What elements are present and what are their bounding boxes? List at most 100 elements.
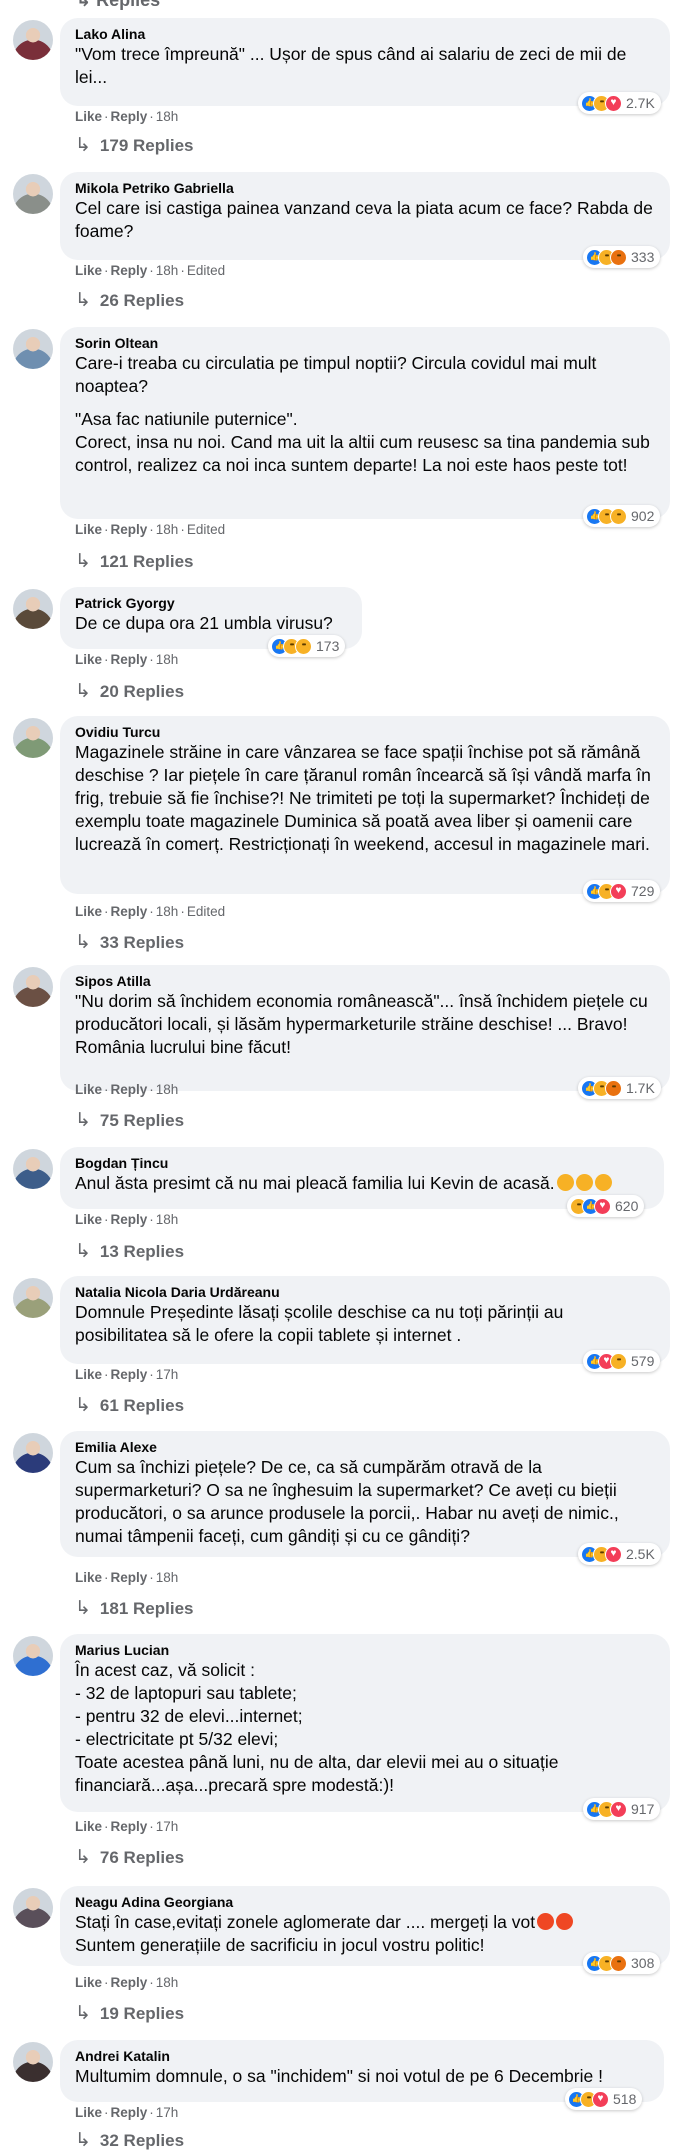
avatar[interactable] — [13, 1888, 53, 1928]
author-name[interactable]: Patrick Gyorgy — [75, 595, 348, 612]
view-replies-link[interactable]: ↳ 26 Replies — [75, 291, 184, 311]
like-button[interactable]: Like — [75, 1975, 102, 1990]
avatar[interactable] — [13, 20, 53, 60]
view-replies-link[interactable]: ↳ 76 Replies — [75, 1848, 184, 1868]
avatar[interactable] — [13, 2042, 53, 2082]
timestamp[interactable]: 18h — [156, 1082, 179, 1097]
author-name[interactable]: Emilia Alexe — [75, 1439, 656, 1456]
timestamp[interactable]: 18h — [156, 904, 179, 919]
reply-button[interactable]: Reply — [111, 904, 148, 919]
avatar[interactable] — [13, 329, 53, 369]
previous-replies-link[interactable]: ↳ Replies — [76, 0, 160, 11]
reply-button[interactable]: Reply — [111, 263, 148, 278]
author-name[interactable]: Bogdan Țincu — [75, 1155, 650, 1172]
author-name[interactable]: Marius Lucian — [75, 1642, 656, 1659]
like-button[interactable]: Like — [75, 652, 102, 667]
timestamp[interactable]: 18h — [156, 652, 179, 667]
reactions-summary[interactable]: 333 — [583, 246, 661, 268]
timestamp[interactable]: 18h — [156, 263, 179, 278]
timestamp[interactable]: 17h — [156, 2105, 179, 2120]
author-name[interactable]: Lako Alina — [75, 26, 656, 43]
reply-button[interactable]: Reply — [111, 1819, 148, 1834]
separator-dot: · — [149, 1367, 154, 1382]
comment-text: Cum sa închizi piețele? De ce, ca să cum… — [75, 1456, 656, 1548]
author-name[interactable]: Sorin Oltean — [75, 335, 656, 352]
author-name[interactable]: Mikola Petriko Gabriella — [75, 180, 656, 197]
like-button[interactable]: Like — [75, 263, 102, 278]
reactions-summary[interactable]: 308 — [583, 1952, 661, 1974]
reactions-summary[interactable]: 579 — [583, 1350, 661, 1372]
timestamp[interactable]: 18h — [156, 1975, 179, 1990]
timestamp[interactable]: 18h — [156, 1570, 179, 1585]
reactions-summary[interactable]: 2.7K — [578, 92, 661, 114]
separator-dot: · — [104, 1212, 109, 1227]
view-replies-link[interactable]: ↳ 181 Replies — [75, 1599, 193, 1619]
reply-button[interactable]: Reply — [111, 1212, 148, 1227]
timestamp[interactable]: 17h — [156, 1367, 179, 1382]
reply-button[interactable]: Reply — [111, 1082, 148, 1097]
view-replies-link[interactable]: ↳ 33 Replies — [75, 933, 184, 953]
separator-dot: · — [104, 263, 109, 278]
reactions-summary[interactable]: 902 — [583, 505, 661, 527]
replies-count: 121 Replies — [99, 552, 194, 571]
timestamp[interactable]: 18h — [156, 522, 179, 537]
reply-button[interactable]: Reply — [111, 1367, 148, 1382]
author-name[interactable]: Ovidiu Turcu — [75, 724, 656, 741]
avatar[interactable] — [13, 1636, 53, 1676]
timestamp[interactable]: 17h — [156, 1819, 179, 1834]
avatar[interactable] — [13, 1149, 53, 1189]
avatar[interactable] — [13, 589, 53, 629]
view-replies-link[interactable]: ↳ 179 Replies — [75, 136, 193, 156]
reaction-count: 518 — [613, 2091, 637, 2107]
reactions-summary[interactable]: 620 — [567, 1195, 645, 1217]
sad-icon — [610, 507, 627, 525]
like-button[interactable]: Like — [75, 522, 102, 537]
love-icon — [592, 2090, 609, 2108]
reactions-summary[interactable]: 917 — [583, 1798, 661, 1820]
view-replies-link[interactable]: ↳ 13 Replies — [75, 1242, 184, 1262]
author-name[interactable]: Natalia Nicola Daria Urdăreanu — [75, 1284, 656, 1301]
comment-actions: Like · Reply · 18h — [75, 651, 178, 668]
like-button[interactable]: Like — [75, 1212, 102, 1227]
reply-button[interactable]: Reply — [111, 109, 148, 124]
reactions-summary[interactable]: 518 — [565, 2088, 643, 2110]
view-replies-link[interactable]: ↳ 19 Replies — [75, 2004, 184, 2024]
reply-button[interactable]: Reply — [111, 1570, 148, 1585]
reply-button[interactable]: Reply — [111, 1975, 148, 1990]
view-replies-link[interactable]: ↳ 61 Replies — [75, 1396, 184, 1416]
reactions-summary[interactable]: 173 — [268, 635, 346, 657]
avatar[interactable] — [13, 1433, 53, 1473]
like-button[interactable]: Like — [75, 904, 102, 919]
like-button[interactable]: Like — [75, 1819, 102, 1834]
reactions-summary[interactable]: 2.5K — [578, 1543, 661, 1565]
reactions-summary[interactable]: 1.7K — [578, 1077, 661, 1099]
like-button[interactable]: Like — [75, 1367, 102, 1382]
author-name[interactable]: Andrei Katalin — [75, 2048, 650, 2065]
avatar[interactable] — [13, 967, 53, 1007]
view-replies-link[interactable]: ↳ 75 Replies — [75, 1111, 184, 1131]
view-replies-link[interactable]: ↳ 32 Replies — [75, 2131, 184, 2151]
reaction-count: 333 — [631, 249, 655, 265]
reply-arrow-icon: ↳ — [75, 1110, 91, 1131]
like-button[interactable]: Like — [75, 2105, 102, 2120]
view-replies-link[interactable]: ↳ 121 Replies — [75, 552, 193, 572]
comment-bubble: Marius Lucian În acest caz, vă solicit : … — [60, 1634, 670, 1812]
like-button[interactable]: Like — [75, 1570, 102, 1585]
avatar[interactable] — [13, 174, 53, 214]
reply-button[interactable]: Reply — [111, 652, 148, 667]
avatar[interactable] — [13, 718, 53, 758]
love-icon — [594, 1197, 611, 1215]
reply-button[interactable]: Reply — [111, 522, 148, 537]
reply-button[interactable]: Reply — [111, 2105, 148, 2120]
replies-count: 75 Replies — [99, 1111, 185, 1130]
like-button[interactable]: Like — [75, 109, 102, 124]
author-name[interactable]: Sipos Atilla — [75, 973, 656, 990]
timestamp[interactable]: 18h — [156, 109, 179, 124]
view-replies-link[interactable]: ↳ 20 Replies — [75, 682, 184, 702]
like-button[interactable]: Like — [75, 1082, 102, 1097]
separator-dot: · — [104, 109, 109, 124]
timestamp[interactable]: 18h — [156, 1212, 179, 1227]
reactions-summary[interactable]: 729 — [583, 880, 661, 902]
author-name[interactable]: Neagu Adina Georgiana — [75, 1894, 656, 1911]
avatar[interactable] — [13, 1278, 53, 1318]
